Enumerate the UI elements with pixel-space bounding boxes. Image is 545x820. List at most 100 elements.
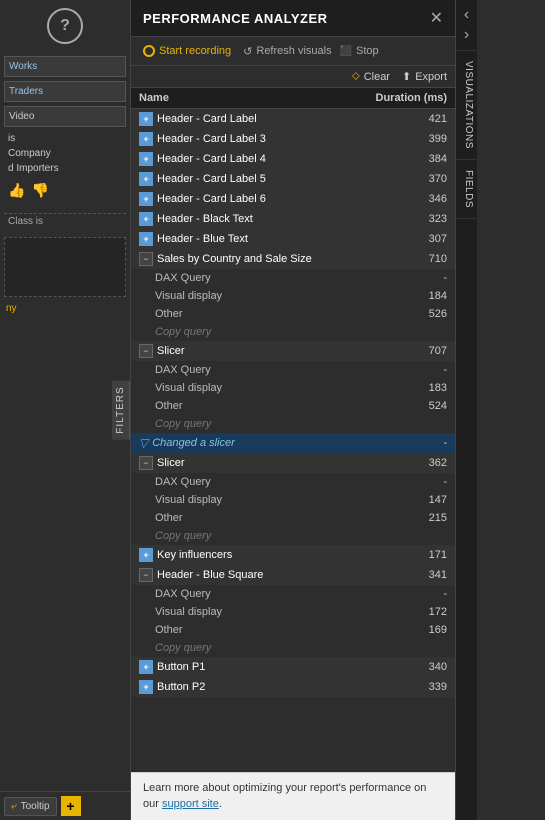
thumbs-down-icon[interactable]: 👎 [31,182,48,199]
canvas-item: Traders [4,81,126,102]
list-item-sub: Other 524 [131,397,455,415]
add-page-button[interactable]: + [61,796,81,816]
sub-row-duration: - [407,588,447,600]
collapse-icon[interactable]: − [139,456,153,470]
fields-tab[interactable]: FIELDS [456,160,477,219]
sub-row-label: Other [155,512,183,524]
expand-icon[interactable]: + [139,680,153,694]
refresh-visuals-label: Refresh visuals [256,45,331,57]
nav-forward-icon[interactable]: › [464,26,469,44]
copy-query-label: Copy query [155,326,211,338]
clear-icon: ⬦ [352,70,360,83]
support-site-link[interactable]: support site [162,798,219,810]
row-duration: 346 [407,193,447,205]
chart-area [4,237,126,297]
list-item[interactable]: − Header - Blue Square 341 [131,565,455,585]
clear-button[interactable]: ⬦ Clear [352,70,390,83]
changed-slicer-label: Changed a slicer [152,437,235,449]
footer-suffix: . [219,798,222,810]
thumbs-up-icon[interactable]: 👍 [8,182,25,199]
canvas-label: Company [4,146,126,161]
expand-icon[interactable]: + [139,172,153,186]
expand-icon[interactable]: + [139,212,153,226]
table-header: Name Duration (ms) [131,88,455,109]
list-item[interactable]: + Header - Card Label 6 346 [131,189,455,209]
col-duration-header: Duration (ms) [376,92,448,104]
list-item[interactable]: + Button P2 339 [131,677,455,697]
performance-list[interactable]: + Header - Card Label 421 + Header - Car… [131,109,455,772]
sub-row-duration: 169 [407,624,447,636]
tooltip-button[interactable]: ⤶ Tooltip [4,797,57,816]
expand-icon[interactable]: + [139,548,153,562]
row-label: Sales by Country and Sale Size [157,253,312,265]
performance-analyzer-panel: PERFORMANCE ANALYZER ✕ Start recording ↺… [130,0,455,820]
export-icon: ⬆ [402,70,411,83]
list-item[interactable]: − Slicer 707 [131,341,455,361]
filters-tab[interactable]: FILTERS [112,380,130,439]
sub-row-label: Other [155,308,183,320]
panel-footer: Learn more about optimizing your report'… [131,772,455,820]
class-label: Class is [4,213,126,229]
expand-icon[interactable]: + [139,112,153,126]
export-button[interactable]: ⬆ Export [402,70,447,83]
sub-row-duration: 524 [407,400,447,412]
sub-row-label: Visual display [155,382,222,394]
copy-query-item[interactable]: Copy query [131,323,455,341]
sub-row-duration: 184 [407,290,447,302]
list-item[interactable]: + Header - Card Label 421 [131,109,455,129]
visualizations-tab[interactable]: VISUALIZATIONS [456,51,477,160]
list-item[interactable]: + Button P1 340 [131,657,455,677]
list-item[interactable]: + Header - Card Label 4 384 [131,149,455,169]
row-duration: 370 [407,173,447,185]
nav-back-icon[interactable]: ‹ [464,6,469,24]
sub-row-duration: 172 [407,606,447,618]
list-item[interactable]: + Header - Blue Text 307 [131,229,455,249]
list-item[interactable]: + Header - Black Text 323 [131,209,455,229]
stop-button[interactable]: ⬛ Stop [340,45,379,57]
list-item-sub: Other 215 [131,509,455,527]
copy-query-item[interactable]: Copy query [131,639,455,657]
refresh-visuals-button[interactable]: ↺ Refresh visuals [243,45,331,58]
list-item[interactable]: − Sales by Country and Sale Size 710 [131,249,455,269]
export-label: Export [415,71,447,83]
copy-query-item[interactable]: Copy query [131,527,455,545]
panel-title: PERFORMANCE ANALYZER [143,11,328,26]
sub-row-duration: 526 [407,308,447,320]
collapse-icon[interactable]: − [139,344,153,358]
list-item[interactable]: + Header - Card Label 5 370 [131,169,455,189]
canvas-area: Works Traders Video is Company d Importe… [0,52,130,820]
sub-row-label: DAX Query [155,272,211,284]
expand-icon[interactable]: + [139,232,153,246]
close-button[interactable]: ✕ [430,8,443,28]
list-item-sub: DAX Query - [131,361,455,379]
list-item[interactable]: + Header - Card Label 3 399 [131,129,455,149]
canvas-label: d Importers [4,161,126,176]
sub-row-label: Visual display [155,494,222,506]
row-duration: 339 [407,681,447,693]
row-duration: 323 [407,213,447,225]
sub-row-label: Other [155,400,183,412]
list-item-sub: DAX Query - [131,269,455,287]
expand-icon[interactable]: + [139,192,153,206]
collapse-icon[interactable]: − [139,252,153,266]
sub-row-label: Visual display [155,290,222,302]
collapse-icon[interactable]: − [139,568,153,582]
list-item[interactable]: − Slicer 362 [131,453,455,473]
expand-icon[interactable]: + [139,132,153,146]
nav-arrows: ‹ › [456,0,477,51]
panel-toolbar: Start recording ↺ Refresh visuals ⬛ Stop [131,37,455,66]
start-recording-button[interactable]: Start recording [139,43,235,59]
left-panel: ? Works Traders Video is Company d Impor… [0,0,130,820]
list-item-sub: Visual display 184 [131,287,455,305]
help-icon[interactable]: ? [47,8,83,44]
changed-slicer-item: ▽ Changed a slicer - [131,433,455,453]
sub-row-duration: 183 [407,382,447,394]
thumbs-area: 👍 👎 [4,176,126,205]
list-item[interactable]: + Key influencers 171 [131,545,455,565]
sub-row-label: DAX Query [155,364,211,376]
expand-icon[interactable]: + [139,152,153,166]
copy-query-item[interactable]: Copy query [131,415,455,433]
sub-row-duration: - [407,364,447,376]
expand-icon[interactable]: + [139,660,153,674]
row-duration: 171 [407,549,447,561]
